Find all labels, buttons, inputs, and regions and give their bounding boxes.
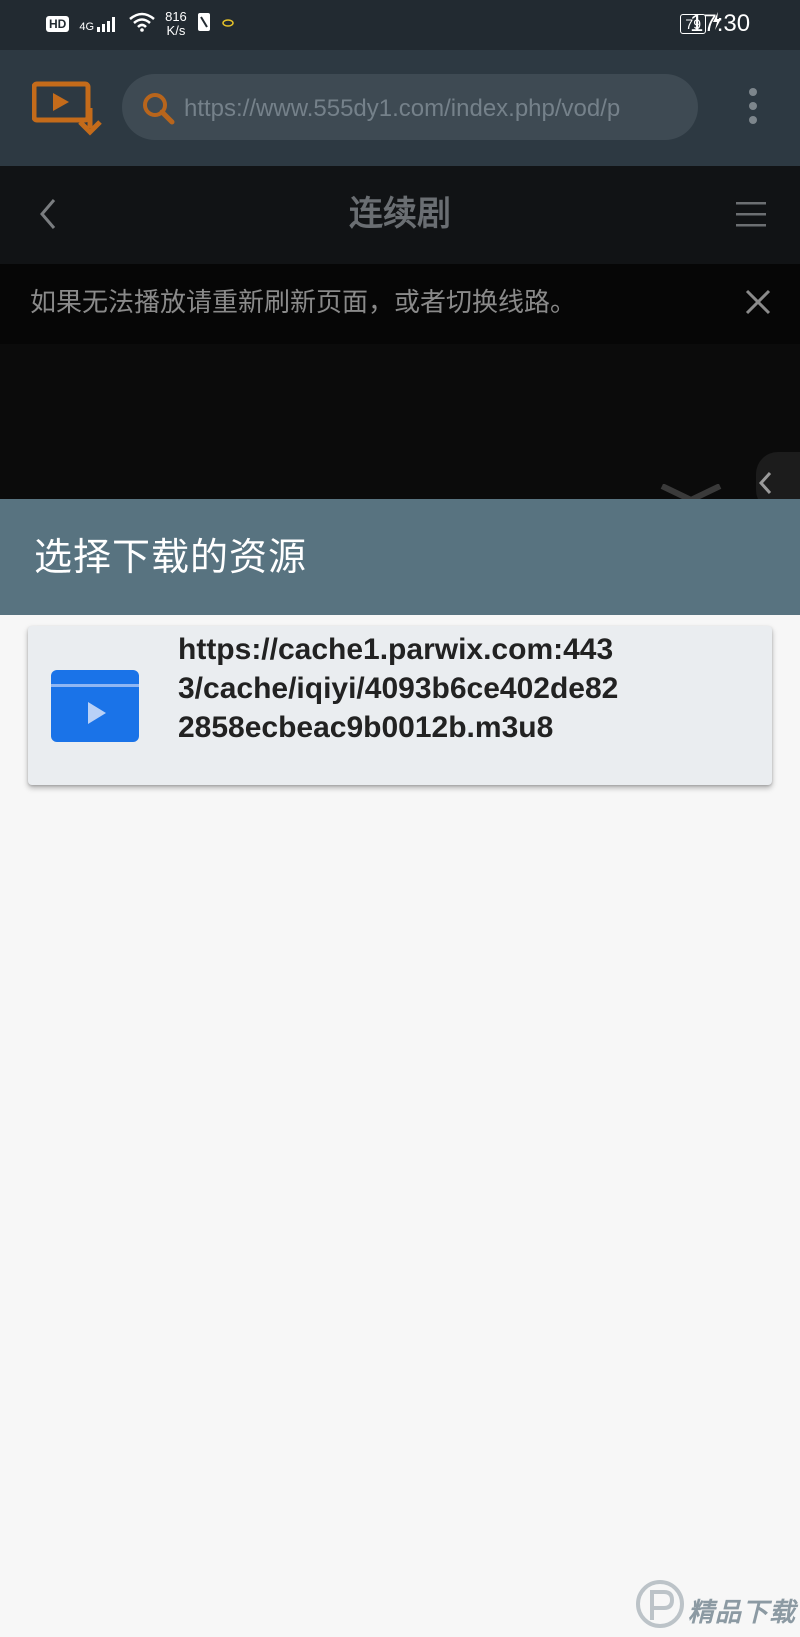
notification-icon [221,15,235,33]
resource-url[interactable]: https://cache1.parwix.com:4433/cache/iqi… [178,630,633,747]
network-type: 4G [79,20,95,33]
status-time: 17:30 [690,10,751,37]
notice-text: 如果无法播放请重新刷新页面，或者切换线路。 [30,287,577,317]
watermark-text: 精品下载 [688,1597,797,1627]
menu-icon[interactable] [736,200,766,228]
wifi-icon [129,12,155,37]
status-indicators: HD 4G 816 K/s [46,10,235,38]
video-player-area [0,344,800,499]
signal-icon: 4G [79,16,119,33]
video-download-app-icon[interactable] [31,80,102,136]
chevron-left-icon [756,470,774,496]
speed-value: 816 [165,9,187,24]
url-text[interactable]: https://www.555dy1.com/index.php/vod/p [184,91,662,127]
search-icon[interactable] [140,90,176,126]
network-speed: 816 K/s [165,10,187,38]
chevron-down-icon [660,483,722,504]
back-chevron-icon[interactable] [36,196,62,232]
video-file-icon [51,670,139,742]
page-title: 连续剧 [349,195,451,233]
nfc-icon [197,12,211,37]
hd-badge: HD [46,16,70,32]
close-icon[interactable] [744,288,772,316]
dialog-title: 选择下载的资源 [34,537,308,579]
speed-unit: K/s [166,23,186,38]
more-vert-icon[interactable] [746,86,760,126]
